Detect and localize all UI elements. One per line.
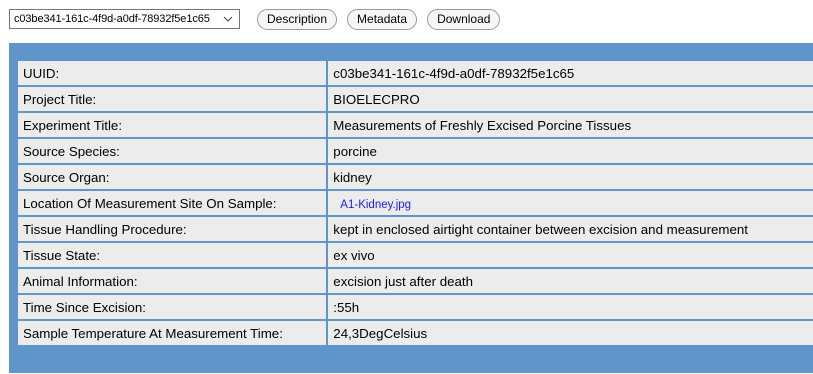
row-value: BIOELECPRO — [328, 87, 813, 111]
row-label: Source Organ: — [18, 165, 327, 189]
row-value: A1-Kidney.jpg — [328, 191, 813, 215]
row-value: Measurements of Freshly Excised Porcine … — [328, 113, 813, 137]
table-row: Experiment Title: Measurements of Freshl… — [18, 113, 813, 137]
row-label: Sample Temperature At Measurement Time: — [18, 321, 327, 345]
table-row: Tissue Handling Procedure: kept in enclo… — [18, 217, 813, 241]
row-value: c03be341-161c-4f9d-a0df-78932f5e1c65 — [328, 61, 813, 85]
row-value: kidney — [328, 165, 813, 189]
row-value: :55h — [328, 295, 813, 319]
chevron-down-icon — [223, 16, 233, 22]
download-button[interactable]: Download — [427, 8, 501, 30]
table-row: Tissue State: ex vivo — [18, 243, 813, 267]
row-label: Tissue Handling Procedure: — [18, 217, 327, 241]
record-select[interactable]: c03be341-161c-4f9d-a0df-78932f5e1c65 — [9, 9, 240, 29]
row-label: Source Species: — [18, 139, 327, 163]
measurement-site-image-link[interactable]: A1-Kidney.jpg — [340, 199, 411, 211]
table-row: UUID: c03be341-161c-4f9d-a0df-78932f5e1c… — [18, 61, 813, 85]
metadata-table: UUID: c03be341-161c-4f9d-a0df-78932f5e1c… — [16, 59, 813, 347]
record-select-value: c03be341-161c-4f9d-a0df-78932f5e1c65 — [14, 13, 210, 25]
table-row: Time Since Excision: :55h — [18, 295, 813, 319]
row-value: excision just after death — [328, 269, 813, 293]
row-value: kept in enclosed airtight container betw… — [328, 217, 813, 241]
table-row: Sample Temperature At Measurement Time: … — [18, 321, 813, 345]
description-button[interactable]: Description — [257, 8, 338, 30]
table-row: Source Organ: kidney — [18, 165, 813, 189]
row-label: Project Title: — [18, 87, 327, 111]
row-label: Location Of Measurement Site On Sample: — [18, 191, 327, 215]
table-row: Animal Information: excision just after … — [18, 269, 813, 293]
row-label: Tissue State: — [18, 243, 327, 267]
row-value: ex vivo — [328, 243, 813, 267]
row-label: Time Since Excision: — [18, 295, 327, 319]
table-row: Project Title: BIOELECPRO — [18, 87, 813, 111]
metadata-panel: UUID: c03be341-161c-4f9d-a0df-78932f5e1c… — [9, 43, 813, 373]
row-value: porcine — [328, 139, 813, 163]
row-label: Experiment Title: — [18, 113, 327, 137]
row-label: Animal Information: — [18, 269, 327, 293]
metadata-button[interactable]: Metadata — [347, 8, 418, 30]
table-row: Location Of Measurement Site On Sample: … — [18, 191, 813, 215]
row-value: 24,3DegCelsius — [328, 321, 813, 345]
table-row: Source Species: porcine — [18, 139, 813, 163]
row-label: UUID: — [18, 61, 327, 85]
toolbar: c03be341-161c-4f9d-a0df-78932f5e1c65 Des… — [9, 8, 501, 30]
